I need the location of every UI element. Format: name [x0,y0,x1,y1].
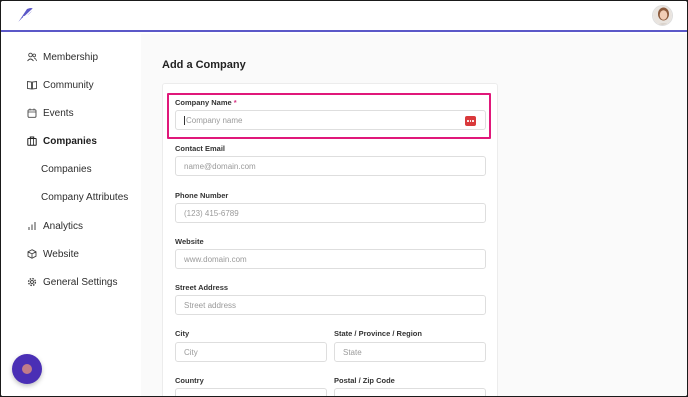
postal-code-input[interactable] [334,388,486,396]
sidebar-item-label: Community [43,79,94,91]
top-bar [1,1,687,32]
contact-email-input[interactable]: name@domain.com [175,156,486,176]
gear-icon [27,277,37,287]
sidebar-item-label: Companies [43,135,97,147]
building-icon [27,136,37,146]
sidebar-item-label: Website [43,248,79,260]
bar-chart-icon [27,221,37,231]
contact-email-label: Contact Email [175,144,226,153]
sidebar-item-label: Membership [43,51,99,63]
main-content: Add a Company Company Name * Company name… [141,34,687,396]
phone-number-input[interactable]: (123) 415-6789 [175,203,486,223]
state-label: State / Province / Region [334,329,422,338]
website-label: Website [175,237,204,246]
help-launcher-button[interactable] [12,354,42,384]
sidebar: Membership Community Events Companies Co… [1,34,141,396]
sidebar-subitem-companies[interactable]: Companies [41,159,92,179]
sidebar-item-membership[interactable]: Membership [27,47,98,67]
page-title: Add a Company [162,59,246,71]
phone-number-label: Phone Number [175,191,229,200]
app-window: Membership Community Events Companies Co… [1,1,687,396]
sidebar-item-companies[interactable]: Companies [27,131,97,151]
focus-highlight [167,93,491,139]
street-address-input[interactable]: Street address [175,295,486,315]
street-address-label: Street Address [175,283,229,292]
sidebar-item-label: General Settings [43,276,118,288]
book-icon [27,80,37,90]
website-input[interactable]: www.domain.com [175,249,486,269]
sidebar-subitem-label: Companies [41,163,92,175]
city-label: City [175,329,190,338]
calendar-icon [27,108,37,118]
user-avatar[interactable] [652,5,673,26]
state-input[interactable]: State [334,342,486,362]
sidebar-item-website[interactable]: Website [27,244,79,264]
country-label: Country [175,376,204,385]
postal-code-label: Postal / Zip Code [334,376,395,385]
sidebar-item-general-settings[interactable]: General Settings [27,272,118,292]
sidebar-item-label: Events [43,107,74,119]
sidebar-item-label: Analytics [43,220,84,232]
country-select[interactable] [175,388,327,396]
cube-icon [27,249,37,259]
users-icon [27,52,37,62]
sidebar-subitem-label: Company Attributes [41,191,129,203]
city-input[interactable]: City [175,342,327,362]
app-logo-icon[interactable] [14,6,36,26]
sidebar-subitem-company-attributes[interactable]: Company Attributes [41,187,128,207]
sidebar-item-events[interactable]: Events [27,103,74,123]
sidebar-item-community[interactable]: Community [27,75,94,95]
launcher-dot-icon [22,364,32,374]
sidebar-item-analytics[interactable]: Analytics [27,216,83,236]
